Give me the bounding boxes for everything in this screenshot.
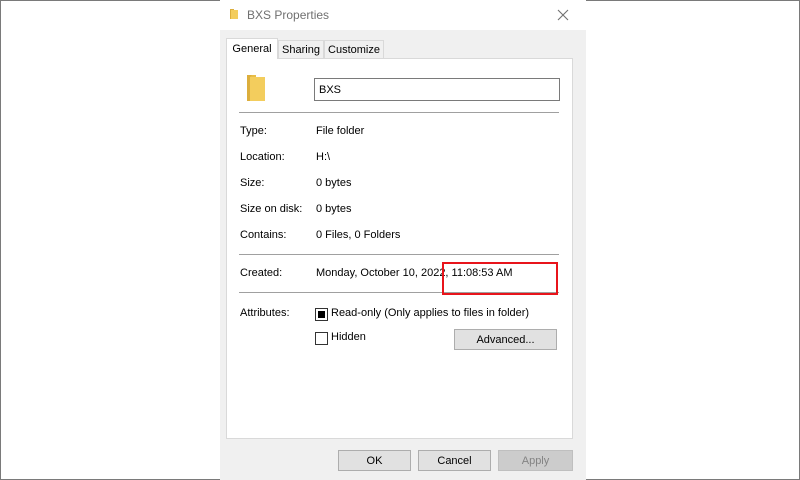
close-button[interactable] [540, 0, 586, 30]
contains-value: 0 Files, 0 Folders [316, 229, 401, 241]
tab-general[interactable]: General [226, 38, 278, 59]
attributes-label: Attributes: [240, 307, 290, 319]
size-value: 0 bytes [316, 177, 352, 189]
size-on-disk-value: 0 bytes [316, 203, 352, 215]
size-on-disk-label: Size on disk: [240, 203, 303, 215]
cancel-button[interactable]: Cancel [418, 450, 491, 471]
separator [239, 292, 559, 293]
hidden-label[interactable]: Hidden [331, 331, 366, 343]
location-value: H:\ [316, 151, 331, 163]
folder-icon [247, 75, 265, 101]
close-icon [557, 9, 569, 21]
folder-name-input[interactable] [314, 78, 560, 101]
created-label: Created: [240, 267, 283, 279]
advanced-button[interactable]: Advanced... [454, 329, 557, 350]
apply-button[interactable]: Apply [498, 450, 573, 471]
separator [239, 112, 559, 113]
type-label: Type: [240, 125, 267, 137]
size-label: Size: [240, 177, 265, 189]
contains-label: Contains: [240, 229, 287, 241]
properties-window: BXS Properties General Sharing Customize… [220, 0, 586, 480]
window-title: BXS Properties [247, 8, 330, 22]
location-label: Location: [240, 151, 285, 163]
tab-sharing[interactable]: Sharing [278, 40, 324, 58]
type-value: File folder [316, 125, 365, 137]
tab-strip: General Sharing Customize [226, 38, 580, 59]
title-bar: BXS Properties [220, 0, 586, 30]
created-value: Monday, October 10, 2022, 11:08:53 AM [316, 267, 513, 279]
folder-icon [230, 9, 238, 19]
readonly-checkbox[interactable] [315, 308, 328, 321]
readonly-label[interactable]: Read-only (Only applies to files in fold… [331, 307, 529, 319]
hidden-checkbox[interactable] [315, 332, 328, 345]
tab-customize[interactable]: Customize [324, 40, 384, 58]
separator [239, 254, 559, 255]
general-panel: Type: File folder Location: H:\ Size: 0 … [226, 58, 573, 439]
ok-button[interactable]: OK [338, 450, 411, 471]
